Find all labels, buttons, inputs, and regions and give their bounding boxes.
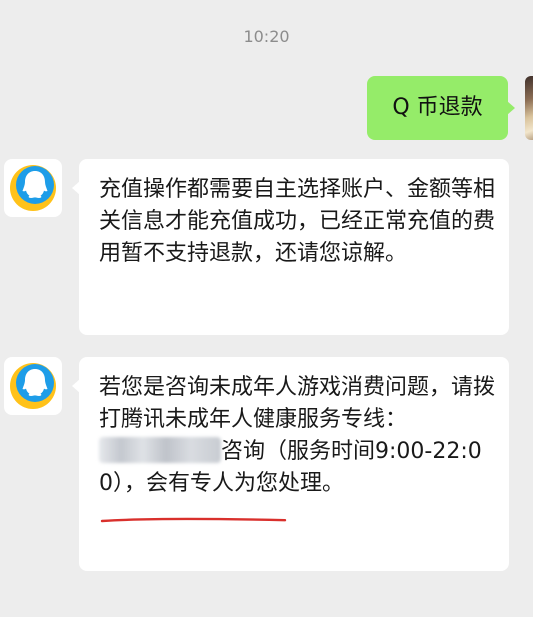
incoming-message-text-2a: 若您是咨询未成年人游戏消费问题，请拨打腾讯未成年人健康服务专线： (99, 375, 496, 432)
chat-timestamp: 10:20 (243, 27, 290, 46)
my-avatar[interactable] (525, 76, 533, 140)
outgoing-message-text: Q 币退款 (392, 95, 483, 120)
incoming-message-bubble-2[interactable]: 若您是咨询未成年人游戏消费问题，请拨打腾讯未成年人健康服务专线：咨询（服务时间9… (72, 357, 509, 571)
sender-avatar[interactable] (4, 357, 62, 415)
qq-penguin-icon (10, 363, 56, 409)
outgoing-message-bubble[interactable]: Q 币退款 (367, 76, 515, 140)
sender-avatar[interactable] (4, 159, 62, 217)
incoming-message-bubble-1[interactable]: 充值操作都需要自主选择账户、金额等相关信息才能充值成功，已经正常充值的费用暂不支… (72, 159, 509, 335)
qq-penguin-icon (10, 165, 56, 211)
red-underline-annotation (100, 517, 287, 523)
redacted-phone-number (99, 437, 221, 463)
incoming-message-text-1: 充值操作都需要自主选择账户、金额等相关信息才能充值成功，已经正常充值的费用暂不支… (99, 177, 496, 266)
